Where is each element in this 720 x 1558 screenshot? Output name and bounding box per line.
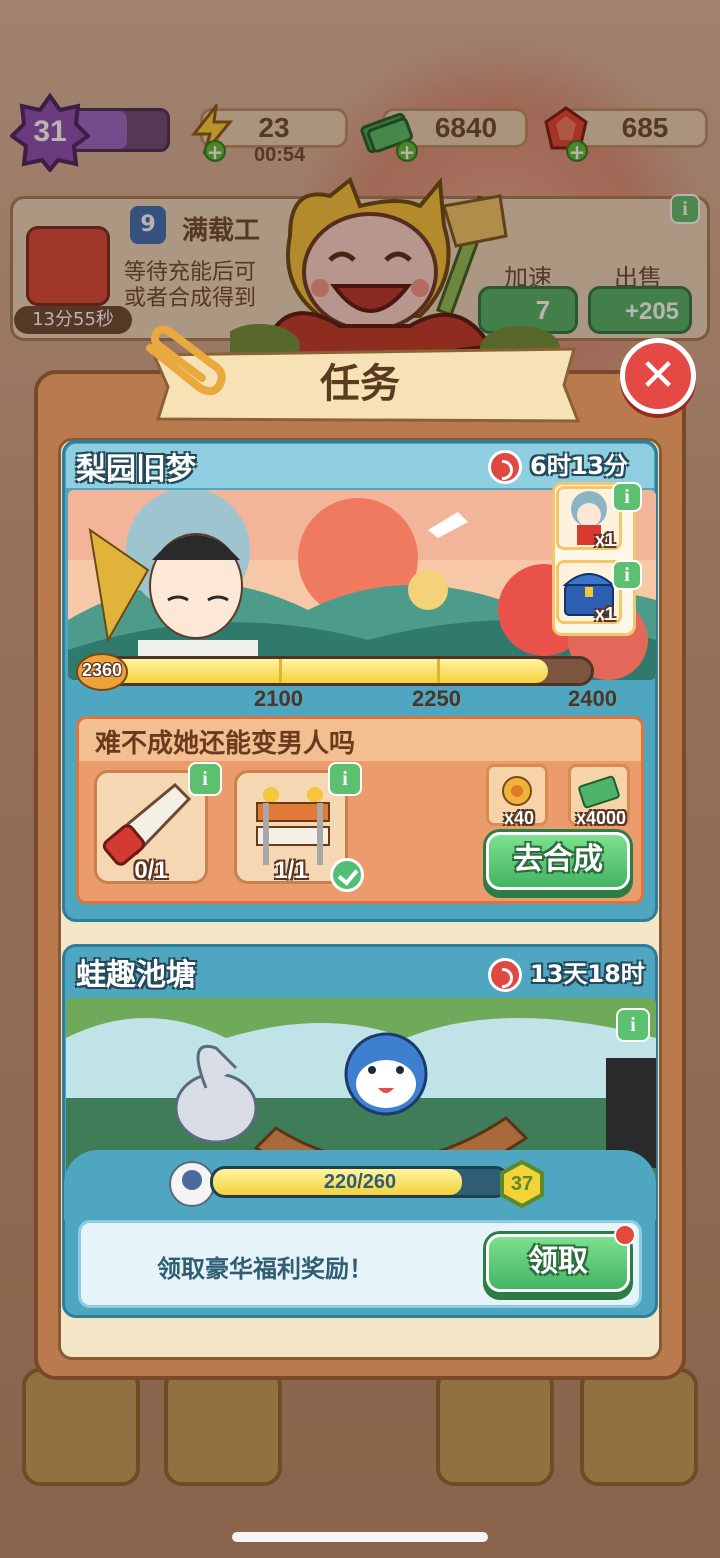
event2-level-badge: 37 [498, 1159, 546, 1209]
event2-progress-bar: 220/260 [210, 1166, 510, 1198]
quest-requirement-roadblock-count: 1/1 [274, 857, 308, 884]
event1-current-points: 2360 [81, 660, 123, 680]
event1-side-reward-1-count: x1 [594, 530, 615, 550]
claim-button[interactable]: 领取 [486, 1234, 630, 1292]
event1-tick-label: 2400 [568, 686, 617, 711]
quest-reward-flower-count: x40 [503, 808, 535, 828]
event2-claim-text: 领取豪华福利奖励！ [157, 1255, 373, 1283]
event2-progress-text: 220/260 [323, 1171, 397, 1193]
clock-icon [488, 958, 522, 992]
close-button[interactable]: ✕ [620, 338, 696, 414]
quest-reward-cash-count: x4000 [575, 808, 627, 828]
event2-timer: 13天18时 [530, 960, 645, 988]
check-icon [330, 858, 364, 892]
event1-tick-label: 2250 [412, 686, 461, 711]
event2-level: 37 [510, 1173, 534, 1195]
notification-dot [614, 1224, 636, 1246]
quest-reward-flower[interactable]: x40 [486, 764, 548, 828]
event1-side-reward-2-info-icon[interactable]: i [612, 560, 642, 590]
quest-requirement-roadblock-info-icon[interactable]: i [328, 762, 362, 796]
clock-icon [488, 450, 522, 484]
close-icon: ✕ [639, 350, 677, 401]
event1-title: 梨园旧梦 [76, 452, 196, 487]
quest-requirement-saw-info-icon[interactable]: i [188, 762, 222, 796]
event1-tick-label: 2100 [254, 686, 303, 711]
event1-side-reward-1-info-icon[interactable]: i [612, 482, 642, 512]
event1-points-badge: 2360 [76, 652, 128, 692]
event1-quest-title: 难不成她还能变男人吗 [95, 729, 356, 759]
event1-progress-bar [86, 656, 594, 686]
modal-title: 任务 [320, 361, 400, 407]
event1-side-reward-2-count: x1 [594, 604, 615, 624]
egg-bird-icon [168, 1158, 216, 1208]
event1-progress-fill [89, 659, 548, 683]
quest-requirement-saw-count: 0/1 [134, 857, 168, 884]
go-merge-button[interactable]: 去合成 [486, 832, 630, 890]
event1-timer: 6时13分 [530, 452, 629, 480]
event1-quest-header: 难不成她还能变男人吗 [79, 719, 641, 761]
progress-tick [437, 659, 440, 683]
event2-title: 蛙趣池塘 [76, 958, 196, 993]
home-indicator[interactable] [232, 1532, 488, 1542]
quest-reward-cash[interactable]: x4000 [568, 764, 630, 828]
event2-info-icon[interactable]: i [616, 1008, 650, 1042]
progress-tick [279, 659, 282, 683]
